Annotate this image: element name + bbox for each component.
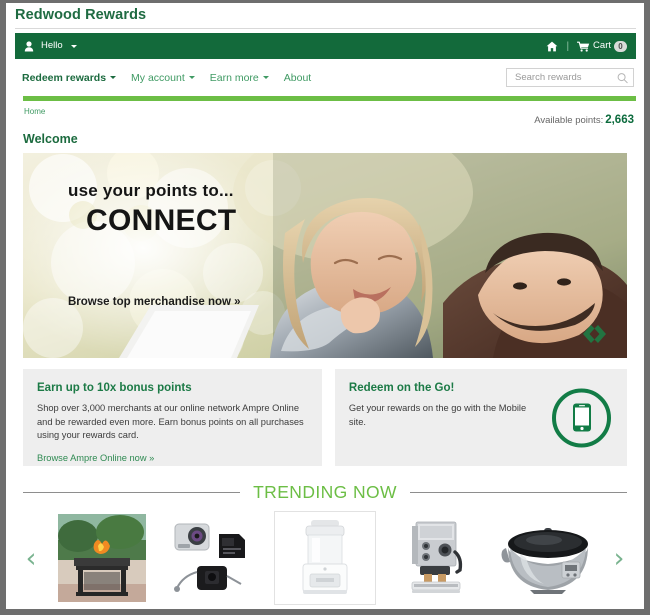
nav-item-redeem-rewards[interactable]: Redeem rewards — [22, 71, 117, 84]
available-points: Available points: 2,663 — [534, 114, 634, 126]
search-icon[interactable] — [617, 72, 628, 83]
trending-title: TRENDING NOW — [253, 482, 397, 502]
header-divider — [15, 28, 636, 29]
promo-card-bonus-points: Earn up to 10x bonus points Shop over 3,… — [23, 369, 322, 466]
chevron-down-icon — [188, 76, 195, 79]
browse-ampre-online-link[interactable]: Browse Ampre Online now » — [37, 452, 154, 464]
main-navigation: Redeem rewards My account Earn more Abou… — [15, 59, 636, 96]
chevron-left-icon[interactable]: ‹ — [16, 545, 46, 572]
promo-card-body: Get your rewards on the go with the Mobi… — [348, 403, 527, 427]
mobile-phone-icon — [552, 388, 611, 447]
greeting-label: Hello — [41, 40, 63, 51]
nav-item-label: About — [283, 71, 312, 84]
promo-card-redeem-on-the-go: Redeem on the Go! Get your rewards on th… — [334, 369, 627, 466]
nav-menu: Redeem rewards My account Earn more Abou… — [22, 72, 311, 84]
promo-card-title: Earn up to 10x bonus points — [37, 382, 192, 394]
trending-rule-right — [409, 492, 628, 493]
product-thumb-action-camera-kit[interactable] — [163, 512, 263, 604]
breadcrumb[interactable]: Home — [24, 107, 45, 116]
action-divider: | — [566, 40, 570, 52]
cart-count-badge: 0 — [614, 40, 627, 52]
page-canvas: Redwood Rewards Hello | Cart 0 Redeem re… — [6, 3, 644, 609]
promo-cards: Earn up to 10x bonus points Shop over 3,… — [23, 369, 627, 466]
home-icon[interactable] — [546, 41, 558, 52]
brand-header: Redwood Rewards — [6, 3, 644, 27]
nav-item-about[interactable]: About — [284, 72, 311, 84]
chevron-pair-logo-icon — [577, 323, 611, 350]
user-icon — [24, 40, 34, 52]
product-thumb-outdoor-fire-pit-table[interactable] — [52, 512, 152, 604]
hero-banner[interactable]: use your points to... CONNECT Browse top… — [23, 153, 627, 358]
chevron-down-icon — [110, 76, 117, 79]
chevron-down-icon — [262, 76, 269, 79]
user-menu[interactable]: Hello — [24, 41, 77, 52]
nav-item-label: My account — [131, 71, 185, 84]
available-points-value: 2,663 — [605, 114, 634, 126]
trending-rule-left — [23, 492, 241, 493]
welcome-heading: Welcome — [23, 132, 78, 146]
screenshot-viewport: Redwood Rewards Hello | Cart 0 Redeem re… — [0, 0, 650, 615]
hero-line-1: use your points to... — [68, 181, 234, 200]
hero-line-2: CONNECT — [86, 204, 237, 237]
available-points-label: Available points: — [534, 115, 604, 126]
cart-label: Cart — [593, 40, 611, 51]
nav-item-label: Earn more — [209, 71, 259, 84]
user-bar: Hello | Cart 0 — [15, 33, 636, 59]
nav-item-my-account[interactable]: My account — [131, 72, 195, 84]
page-title: Redwood Rewards — [15, 7, 147, 23]
cart-button[interactable]: Cart 0 — [577, 40, 627, 52]
hero-headline: use your points to... CONNECT — [68, 181, 236, 239]
product-thumb-slow-cooker[interactable] — [498, 512, 598, 604]
nav-item-earn-more[interactable]: Earn more — [210, 72, 269, 84]
trending-header: TRENDING NOW — [23, 482, 628, 503]
promo-card-body: Shop over 3,000 merchants at our online … — [37, 403, 304, 440]
hero-cta-link[interactable]: Browse top merchandise now » — [68, 296, 241, 308]
nav-item-label: Redeem rewards — [22, 71, 107, 84]
carousel-track — [46, 508, 604, 608]
search-input[interactable] — [513, 71, 621, 84]
cart-icon — [577, 41, 590, 52]
breadcrumb-row: Home Available points: 2,663 — [15, 101, 636, 131]
trending-carousel: ‹ › — [16, 508, 634, 608]
chevron-right-icon[interactable]: › — [604, 545, 634, 572]
product-thumb-espresso-machine[interactable] — [387, 512, 487, 604]
search-box[interactable] — [506, 68, 634, 87]
user-bar-actions: | Cart 0 — [546, 40, 627, 52]
product-thumb-ice-cream-maker[interactable] — [273, 511, 376, 605]
chevron-down-icon — [70, 44, 77, 48]
